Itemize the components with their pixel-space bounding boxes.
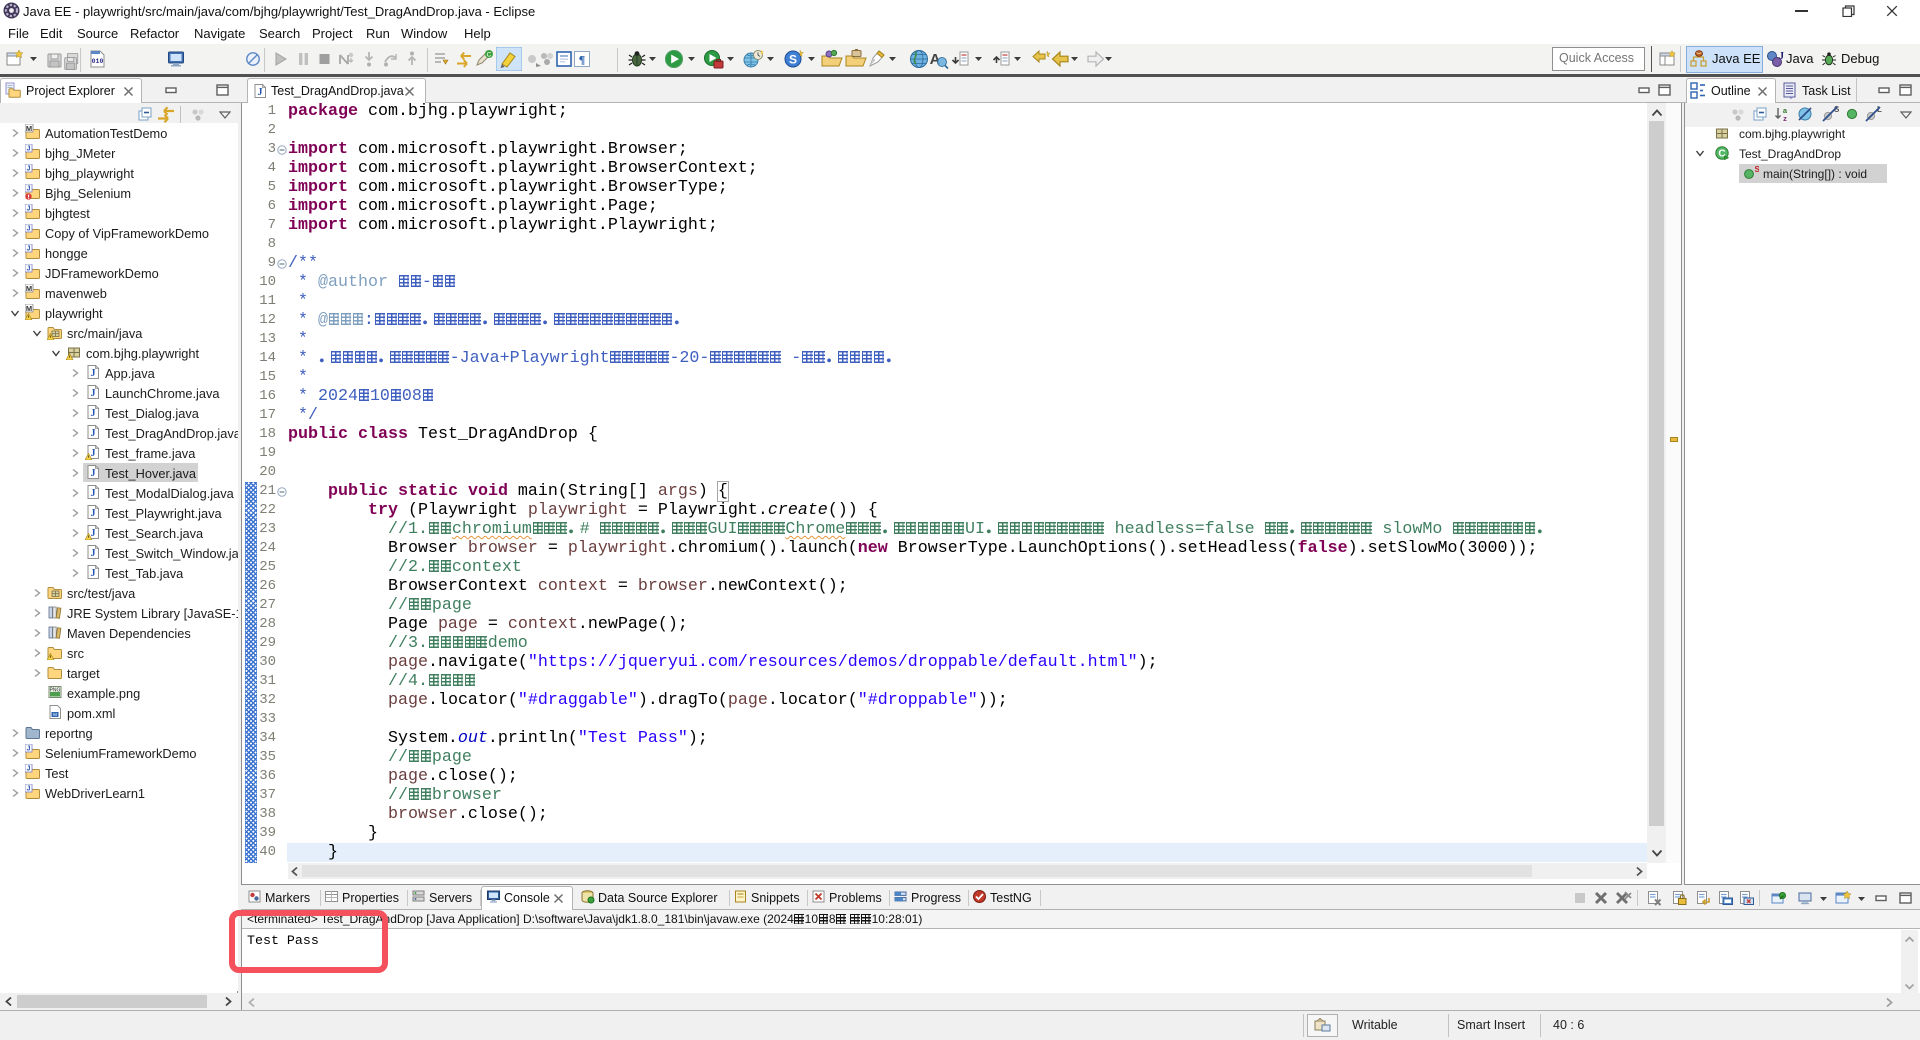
svg-text:S: S bbox=[1755, 165, 1760, 174]
svg-text:J: J bbox=[91, 468, 96, 479]
svg-text:J: J bbox=[258, 87, 263, 98]
svg-text:J: J bbox=[91, 408, 96, 419]
svg-text:M: M bbox=[26, 304, 32, 313]
svg-text:M: M bbox=[26, 284, 32, 293]
svg-text:J: J bbox=[27, 206, 31, 213]
svg-text:J: J bbox=[91, 488, 96, 499]
svg-text:¶: ¶ bbox=[579, 53, 585, 67]
svg-text:PNG: PNG bbox=[50, 688, 61, 694]
svg-text:010: 010 bbox=[92, 58, 104, 65]
svg-text:J: J bbox=[1779, 51, 1784, 62]
svg-text:M: M bbox=[26, 124, 32, 133]
svg-text:C: C bbox=[487, 52, 492, 59]
svg-text:J: J bbox=[91, 508, 96, 519]
svg-text:J: J bbox=[27, 186, 31, 193]
svg-text:J: J bbox=[91, 528, 96, 539]
svg-text:J: J bbox=[91, 388, 96, 399]
svg-text:J: J bbox=[27, 246, 31, 253]
svg-text:J: J bbox=[27, 746, 31, 753]
svg-text:J: J bbox=[27, 226, 31, 233]
svg-text:M: M bbox=[53, 712, 57, 717]
svg-text:J: J bbox=[27, 166, 31, 173]
svg-text:z: z bbox=[1783, 114, 1787, 123]
svg-text:J: J bbox=[27, 266, 31, 273]
svg-text:J: J bbox=[91, 428, 96, 439]
svg-text:J: J bbox=[27, 786, 31, 793]
svg-text:J: J bbox=[91, 448, 96, 459]
svg-text:J: J bbox=[27, 146, 31, 153]
svg-text:S: S bbox=[789, 53, 797, 67]
svg-text:J: J bbox=[91, 368, 96, 379]
svg-text:J: J bbox=[27, 766, 31, 773]
svg-text:J: J bbox=[91, 568, 96, 579]
svg-text:J: J bbox=[91, 548, 96, 559]
